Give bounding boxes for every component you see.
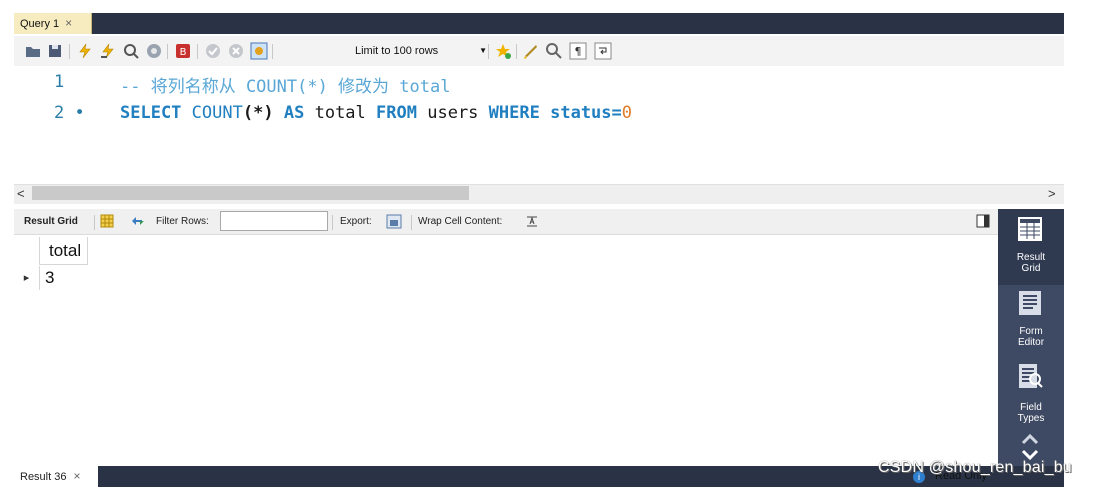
tab-query-label: Query 1 [20,18,60,30]
toolbar-separator [411,215,412,230]
toolbar-separator [332,215,333,230]
sql-alias: total [314,103,366,123]
explain-icon[interactable] [122,42,140,60]
toggle-result-icon[interactable]: B [174,42,192,60]
execute-icon[interactable] [76,42,94,60]
stop-icon[interactable] [145,42,163,60]
wrap-cell-icon[interactable] [526,215,538,227]
statement-marker-icon: • [74,103,85,123]
commit-icon[interactable] [204,42,222,60]
sql-editor[interactable]: 1 -- 将列名称从 COUNT(*) 修改为 total 2 • SELECT… [14,66,1064,184]
grid-corner [14,237,40,265]
query-tab-strip [14,13,1064,34]
sql-table: users [427,103,479,123]
grid-cell[interactable]: 3 [40,266,88,290]
side-item-label: Editor [1017,337,1045,348]
grid-layout-icon[interactable] [100,214,114,228]
result-grid-icon [1018,217,1042,241]
beautify-icon[interactable] [522,42,540,60]
scroll-left-icon[interactable]: < [17,184,25,203]
wrap-cell-content-label: Wrap Cell Content: [418,216,503,227]
svg-text:¶: ¶ [575,45,582,58]
export-icon[interactable] [386,214,402,229]
side-item-label: Field [1020,402,1042,413]
sql-keyword: WHERE [488,103,540,123]
rollback-icon[interactable] [227,42,245,60]
open-folder-icon[interactable] [24,42,42,60]
toolbar-separator [69,44,70,59]
sql-keyword: SELECT [120,103,182,123]
limit-rows-value: Limit to 100 rows [355,45,439,57]
side-item-label: Result [1016,252,1046,263]
line-number-value: 2 [54,103,65,123]
sql-keyword: FROM [376,103,417,123]
toolbar-separator [488,44,489,59]
bookmark-icon[interactable] [494,42,512,60]
sql-operator: = [611,103,622,123]
sql-function: COUNT [191,103,243,123]
line-number: 1 [54,72,65,92]
line-number: 2 • [54,103,85,123]
side-item-label: Form [1019,326,1043,337]
sql-comment: -- 将列名称从 COUNT(*) 修改为 total [120,77,451,97]
close-tab-icon[interactable]: × [73,469,80,483]
scrollbar-thumb[interactable] [32,186,469,200]
filter-rows-label: Filter Rows: [156,216,209,227]
save-icon[interactable] [46,42,64,60]
close-tab-icon[interactable]: × [65,16,72,30]
filter-rows-input[interactable] [220,211,328,231]
result-tab-label: Result 36 [20,471,67,483]
side-item-label: Types [1017,413,1045,424]
scroll-right-icon[interactable]: > [1048,184,1056,203]
export-label: Export: [340,216,372,227]
row-selector-icon[interactable]: ▸ [14,266,40,290]
side-item-result-grid[interactable]: Result Grid [998,209,1064,285]
svg-text:B: B [180,47,187,58]
toolbar-separator [516,44,517,59]
sql-column: status [550,103,612,123]
sql-statement: SELECT COUNT(*) AS total FROM users WHER… [120,103,632,123]
side-item-label: Grid [1021,263,1041,274]
find-icon[interactable] [545,42,563,60]
dropdown-arrow-icon: ▼ [479,46,487,55]
toolbar-separator [94,215,95,230]
result-grid-label[interactable]: Result Grid [24,216,78,227]
field-types-icon [1019,364,1043,388]
column-header-total[interactable]: total [40,237,88,265]
refresh-icon[interactable] [130,214,146,228]
tab-result-36[interactable]: Result 36 × [14,466,98,487]
side-item-field-types[interactable]: Field Types [998,360,1064,430]
toolbar-separator [167,44,168,59]
editor-toolbar: B Limit to 100 rows ▼ ¶ [14,36,1064,66]
toolbar-separator [272,44,273,59]
sql-paren: ) [263,103,274,123]
result-toolbar: Result Grid Filter Rows: Export: Wrap Ce… [14,209,998,235]
limit-rows-select[interactable]: Limit to 100 rows ▼ [355,41,495,61]
toggle-panel-icon[interactable] [976,214,990,228]
panel-scroll-arrows-icon[interactable] [1020,432,1040,462]
wrap-icon[interactable] [594,42,612,60]
autocommit-icon[interactable] [250,42,268,60]
sql-keyword: AS [283,103,305,123]
form-editor-icon [1019,291,1041,315]
watermark: CSDN @shou_ren_bai_bu [878,459,1072,476]
sql-star: * [253,103,264,123]
tab-query-1[interactable]: Query 1 × [14,13,92,34]
execute-current-icon[interactable] [99,42,117,60]
invisible-chars-icon[interactable]: ¶ [569,42,587,60]
sql-number: 0 [621,103,633,123]
side-item-form-editor[interactable]: Form Editor [998,285,1064,355]
toolbar-separator [197,44,198,59]
sql-paren: ( [242,103,254,123]
